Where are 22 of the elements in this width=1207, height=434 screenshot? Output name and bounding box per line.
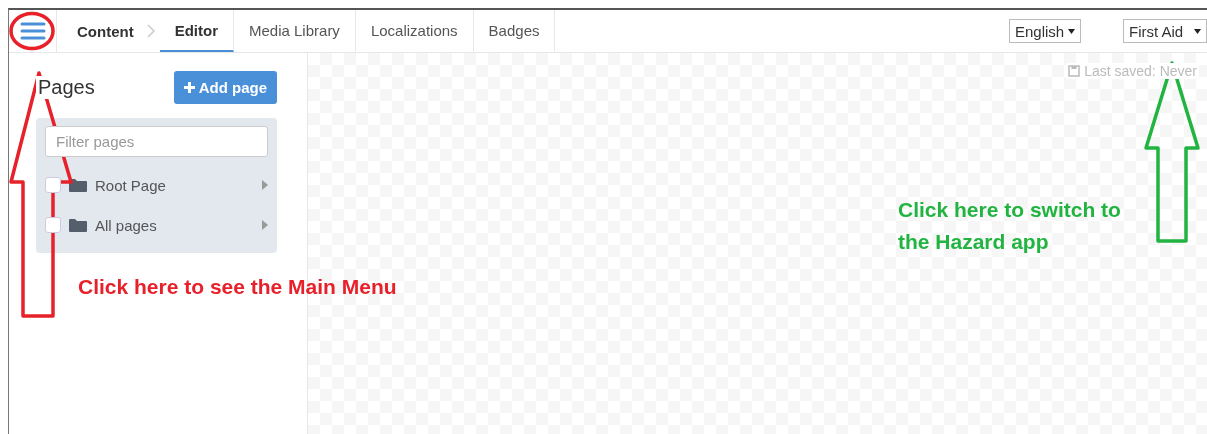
chevron-icon <box>145 23 156 39</box>
annotation-text: Click here to see the Main Menu <box>78 274 397 300</box>
app-select[interactable]: First Aid <box>1123 19 1207 43</box>
checkbox[interactable] <box>45 217 61 233</box>
filter-field[interactable]: Filter pages <box>45 126 268 157</box>
caret-icon <box>1068 28 1075 34</box>
expand-icon[interactable] <box>262 220 268 230</box>
menu-icon <box>19 22 46 40</box>
sidebar-title: Pages <box>36 76 97 99</box>
folder-icon <box>69 218 87 232</box>
caret-icon <box>1194 28 1201 34</box>
expand-icon[interactable] <box>262 180 268 190</box>
annotation-text: Click here to switch to the Hazard app <box>898 197 1121 255</box>
page-item[interactable]: All pages <box>95 216 254 234</box>
checkbox[interactable] <box>45 177 61 193</box>
last-saved-status: Last saved: Never <box>1066 63 1199 79</box>
language-select[interactable]: English <box>1009 19 1081 43</box>
nav-tab[interactable]: Editor <box>159 10 234 52</box>
breadcrumb-link[interactable]: Content <box>57 10 142 52</box>
plus-icon <box>183 82 195 93</box>
page-item[interactable]: Root Page <box>95 176 254 194</box>
save-icon <box>1068 65 1081 77</box>
